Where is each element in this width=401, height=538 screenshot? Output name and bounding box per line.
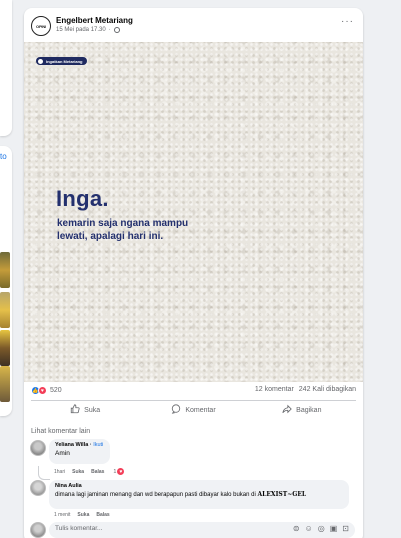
share-label: Bagikan bbox=[296, 406, 322, 414]
comment-label: Komentar bbox=[185, 406, 216, 414]
comment-count[interactable]: 12 komentar bbox=[255, 386, 294, 393]
post-actions: Suka Komentar Bagikan bbox=[31, 400, 356, 418]
commenter-name-text[interactable]: Yeliana Willa bbox=[55, 442, 88, 448]
background-feed-strip: to bbox=[0, 0, 14, 538]
image-text-line: kemarin saja ngana mampu bbox=[57, 218, 189, 229]
post-meta: 15 Mei pada 17.30 · bbox=[56, 27, 120, 33]
share-count[interactable]: 242 Kali dibagikan bbox=[299, 386, 356, 393]
current-user-avatar[interactable] bbox=[30, 522, 46, 538]
comment-reaction-number: 1 bbox=[113, 468, 117, 475]
comment-meta: 1 menit Suka Balas bbox=[54, 512, 110, 518]
background-link-text[interactable]: to bbox=[0, 152, 7, 161]
camera-icon[interactable]: ◎ bbox=[318, 524, 325, 533]
comment-reaction-count[interactable]: 1 ♥ bbox=[113, 468, 125, 475]
comment-like-button[interactable]: Suka bbox=[77, 512, 89, 518]
speech-bubble-icon bbox=[171, 404, 181, 416]
image-headline: Inga. bbox=[56, 186, 109, 211]
see-more-comments-link[interactable]: Lihat komentar lain bbox=[31, 428, 90, 435]
love-reaction-icon: ♥ bbox=[117, 468, 125, 475]
post-date[interactable]: 15 Mei pada 17.30 bbox=[56, 27, 106, 33]
like-label: Suka bbox=[84, 406, 101, 414]
share-arrow-icon bbox=[282, 404, 292, 416]
commenter-avatar[interactable] bbox=[30, 480, 46, 496]
comment-like-button[interactable]: Suka bbox=[72, 469, 84, 475]
comment-reply-button[interactable]: Balas bbox=[96, 512, 109, 518]
brand-tag: Ingatkan Metariang bbox=[36, 57, 88, 65]
comment-text: Amin bbox=[55, 450, 70, 457]
background-thumbnail[interactable] bbox=[0, 366, 10, 402]
post-image[interactable]: Ingatkan Metariang Inga. kemarin saja ng… bbox=[24, 42, 363, 382]
love-reaction-icon: ♥ bbox=[38, 386, 47, 395]
author-name[interactable]: Engelbert Metariang bbox=[56, 16, 133, 25]
background-card bbox=[0, 0, 12, 136]
comment-bubble: Yeliana Willa · Ikuti Amin bbox=[49, 439, 110, 464]
middot: · bbox=[108, 27, 111, 33]
brand-tag-text: Ingatkan Metariang bbox=[46, 58, 83, 64]
background-thumbnail[interactable] bbox=[0, 330, 10, 366]
comment-composer[interactable]: ⊜ ☺ ◎ ▣ ⊡ bbox=[49, 522, 355, 538]
image-text-line: lewati, apalagi hari ini. bbox=[57, 231, 164, 242]
engagement-counts: 12 komentar 242 Kali dibagikan bbox=[255, 386, 356, 393]
commenter-avatar[interactable] bbox=[30, 440, 46, 456]
author-avatar[interactable]: OPINI bbox=[31, 16, 51, 36]
post-header: OPINI Engelbert Metariang 15 Mei pada 17… bbox=[24, 8, 363, 42]
post-stats: 👍 ♥ 520 12 komentar 242 Kali dibagikan bbox=[24, 384, 363, 398]
avatar-logo-text: OPINI bbox=[36, 23, 46, 29]
composer-icons: ⊜ ☺ ◎ ▣ ⊡ bbox=[293, 524, 349, 533]
gif-icon[interactable]: ▣ bbox=[330, 524, 338, 533]
emoji-icon[interactable]: ☺ bbox=[305, 524, 313, 533]
brand-logo-icon bbox=[38, 58, 43, 64]
share-button[interactable]: Bagikan bbox=[248, 402, 356, 418]
comment-bubble: Nina Aulia dimana lagi jaminan menang da… bbox=[49, 480, 349, 509]
comment-text-brand: ALEXIST~GEL bbox=[257, 491, 307, 498]
reactions-summary[interactable]: 👍 ♥ 520 bbox=[31, 386, 62, 395]
follow-link[interactable]: Ikuti bbox=[93, 442, 103, 448]
comment-time[interactable]: 1hari bbox=[54, 469, 65, 475]
sticker-icon[interactable]: ⊜ bbox=[293, 524, 300, 533]
reply-thread-line bbox=[38, 466, 50, 480]
comment-input[interactable] bbox=[55, 525, 255, 532]
comment-button[interactable]: Komentar bbox=[139, 402, 247, 418]
reaction-count: 520 bbox=[50, 387, 62, 394]
comment-reply-button[interactable]: Balas bbox=[91, 469, 104, 475]
post-card: OPINI Engelbert Metariang 15 Mei pada 17… bbox=[24, 8, 363, 538]
comment-text: dimana lagi jaminan menang dan wd berapa… bbox=[55, 491, 343, 498]
globe-icon bbox=[113, 27, 120, 33]
background-thumbnail[interactable] bbox=[0, 292, 10, 328]
background-thumbnail[interactable] bbox=[0, 252, 10, 288]
comment-meta: 1hari Suka Balas 1 ♥ bbox=[54, 468, 125, 475]
more-options-button[interactable]: ··· bbox=[341, 16, 354, 27]
commenter-name[interactable]: Nina Aulia bbox=[55, 483, 343, 489]
like-button[interactable]: Suka bbox=[31, 402, 139, 418]
thumb-up-icon bbox=[70, 404, 80, 416]
comment-time[interactable]: 1 menit bbox=[54, 512, 70, 518]
comment-text-main: dimana lagi jaminan menang dan wd berapa… bbox=[55, 492, 256, 498]
commenter-name: Yeliana Willa · Ikuti bbox=[55, 442, 104, 448]
sticker-alt-icon[interactable]: ⊡ bbox=[342, 524, 349, 533]
